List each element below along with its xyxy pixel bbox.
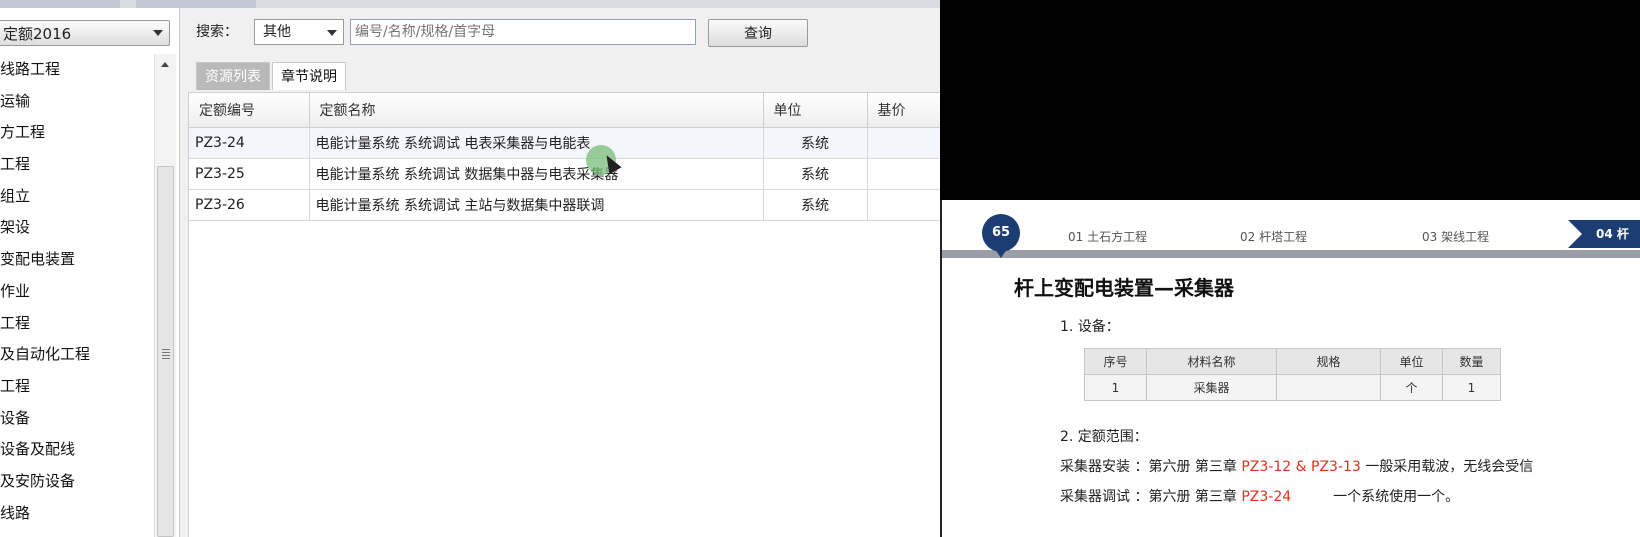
tree-item[interactable]: 设备 [0,403,154,435]
quota-library-select-value: 定额2016 [3,24,72,43]
equip-col-qty: 数量 [1442,348,1501,375]
tree-item[interactable]: 设备及配线 [0,434,154,466]
cell-code[interactable]: PZ3-26 [189,189,310,221]
column-header-code[interactable]: 定额编号 [189,93,310,128]
document-title: 杆上变配电装置—采集器 [1014,276,1234,300]
equip-cell: 采集器 [1146,374,1277,401]
tree-scrollbar[interactable] [154,54,176,537]
cell-price[interactable] [867,158,940,190]
table-row[interactable]: PZ3-24 电能计量系统 系统调试 电表采集器与电能表 系统 [189,127,940,159]
scrollbar-thumb[interactable] [157,166,174,537]
chapter-tab-2: 02 杆塔工程 [1240,230,1308,244]
search-bar: 搜索： 其他 查询 [196,18,936,47]
equipment-table-header: 序号 材料名称 规格 单位 数量 [1084,348,1501,375]
equip-col-unit: 单位 [1380,348,1443,375]
debug-scope-line: 采集器调试 ：第六册 第三章 PZ3-24 一个系统使用一个。 [1060,486,1459,506]
table-row[interactable]: PZ3-26 电能计量系统 系统调试 主站与数据集中器联调 系统 [189,189,940,221]
video-overlay-black-area [940,0,1640,200]
section-heading-equipment: 1. 设备： [1060,319,1120,335]
cell-name[interactable]: 电能计量系统 系统调试 主站与数据集中器联调 [309,189,764,221]
chapter-tab-1: 01 土石方工程 [1068,230,1148,244]
install-scope-line: 采集器安装 ：第六册 第三章 PZ3-12 & PZ3-13 一般采用载波，无线… [1060,456,1533,476]
install-scope-suffix: 一般采用载波，无线会受信 [1360,459,1534,475]
install-scope-prefix: 采集器安装 ：第六册 第三章 [1060,459,1242,475]
debug-scope-suffix: 一个系统使用一个。 [1333,489,1460,505]
tab-resource-list[interactable]: 资源列表 [196,62,270,90]
chapter-progress-bar [942,250,1640,258]
chapter-tree-panel: 定额2016 线路工程 运输 方工程 工程 组立 架设 变配电装置 作业 工程 … [0,8,180,537]
quota-code-link: PZ3-24 [1241,489,1292,505]
tree-item[interactable]: 工程 [0,308,154,340]
scroll-up-icon[interactable] [161,62,169,67]
equip-col-spec: 规格 [1276,348,1381,375]
equip-col-material: 材料名称 [1146,348,1277,375]
tree-item[interactable]: 及安防设备 [0,466,154,498]
quota-code-link: PZ3-13 [1311,459,1361,475]
document-page: 65 01 土石方工程 02 杆塔工程 03 架线工程 04 杆 杆上变配电装置… [940,200,1640,537]
chapter-tab-4-active: 04 杆 [1568,220,1640,248]
equip-cell: 1 [1442,374,1501,401]
equipment-table-row: 1 采集器 个 1 [1084,374,1501,401]
column-header-name[interactable]: 定额名称 [309,93,764,128]
query-button[interactable]: 查询 [708,19,808,47]
cell-unit[interactable]: 系统 [763,158,868,190]
tree-item[interactable]: 组立 [0,181,154,213]
quota-code-link: PZ3-12 [1241,459,1292,475]
tree-item[interactable]: 方工程 [0,117,154,149]
column-header-unit[interactable]: 单位 [763,93,868,128]
grip-icon [162,349,170,361]
table-row[interactable]: PZ3-25 电能计量系统 系统调试 数据集中器与电表采集器 系统 [189,158,940,190]
tree-item[interactable]: 工程 [0,371,154,403]
cell-code[interactable]: PZ3-25 [189,158,310,190]
cell-price[interactable] [867,189,940,221]
tree-item[interactable]: 线路工程 [0,54,154,86]
equip-cell [1276,374,1381,401]
cell-code[interactable]: PZ3-24 [189,127,310,159]
equip-cell: 1 [1084,374,1147,401]
tree-item[interactable]: 架设 [0,212,154,244]
cell-name[interactable]: 电能计量系统 系统调试 数据集中器与电表采集器 [309,158,764,190]
tree-item[interactable]: 变配电装置 [0,244,154,276]
map-pin-icon [993,246,1009,258]
cell-unit[interactable]: 系统 [763,127,868,159]
chapter-tab-3: 03 架线工程 [1422,230,1490,244]
quota-grid: 定额编号 定额名称 单位 基价 PZ3-24 电能计量系统 系统调试 电表采集器… [188,92,940,537]
chapter-tree: 线路工程 运输 方工程 工程 组立 架设 变配电装置 作业 工程 及自动化工程 … [0,54,154,537]
debug-scope-prefix: 采集器调试 ：第六册 第三章 [1060,489,1242,505]
chevron-down-icon[interactable] [327,30,337,36]
search-label: 搜索： [196,24,238,40]
tree-item[interactable]: 工程 [0,149,154,181]
ampersand-text: & [1291,459,1311,475]
cell-price[interactable] [867,127,940,159]
quota-app-window: 定额2016 线路工程 运输 方工程 工程 组立 架设 变配电装置 作业 工程 … [0,0,940,537]
equipment-table: 序号 材料名称 规格 单位 数量 1 采集器 个 1 [1084,348,1501,401]
search-type-select[interactable]: 其他 [254,19,344,45]
tab-bar: 资源列表 章节说明 [196,62,348,90]
equip-col-seq: 序号 [1084,348,1147,375]
search-type-value: 其他 [263,24,291,40]
grid-header-row: 定额编号 定额名称 单位 基价 [189,93,940,128]
tree-item[interactable]: 及自动化工程 [0,339,154,371]
chevron-down-icon[interactable] [153,30,163,36]
column-header-price[interactable]: 基价 [867,93,940,128]
tree-item[interactable]: 线路 [0,498,154,530]
title-tab-strip [0,0,940,8]
tree-item[interactable]: 作业 [0,276,154,308]
tab-chapter-notes[interactable]: 章节说明 [272,62,346,90]
tree-item[interactable]: 运输 [0,86,154,118]
cell-unit[interactable]: 系统 [763,189,868,221]
cell-name[interactable]: 电能计量系统 系统调试 电表采集器与电能表 [309,127,764,159]
section-heading-scope: 2. 定额范围： [1060,429,1148,445]
quota-library-select[interactable]: 定额2016 [0,20,170,46]
equip-cell: 个 [1380,374,1443,401]
search-input[interactable] [350,19,696,45]
